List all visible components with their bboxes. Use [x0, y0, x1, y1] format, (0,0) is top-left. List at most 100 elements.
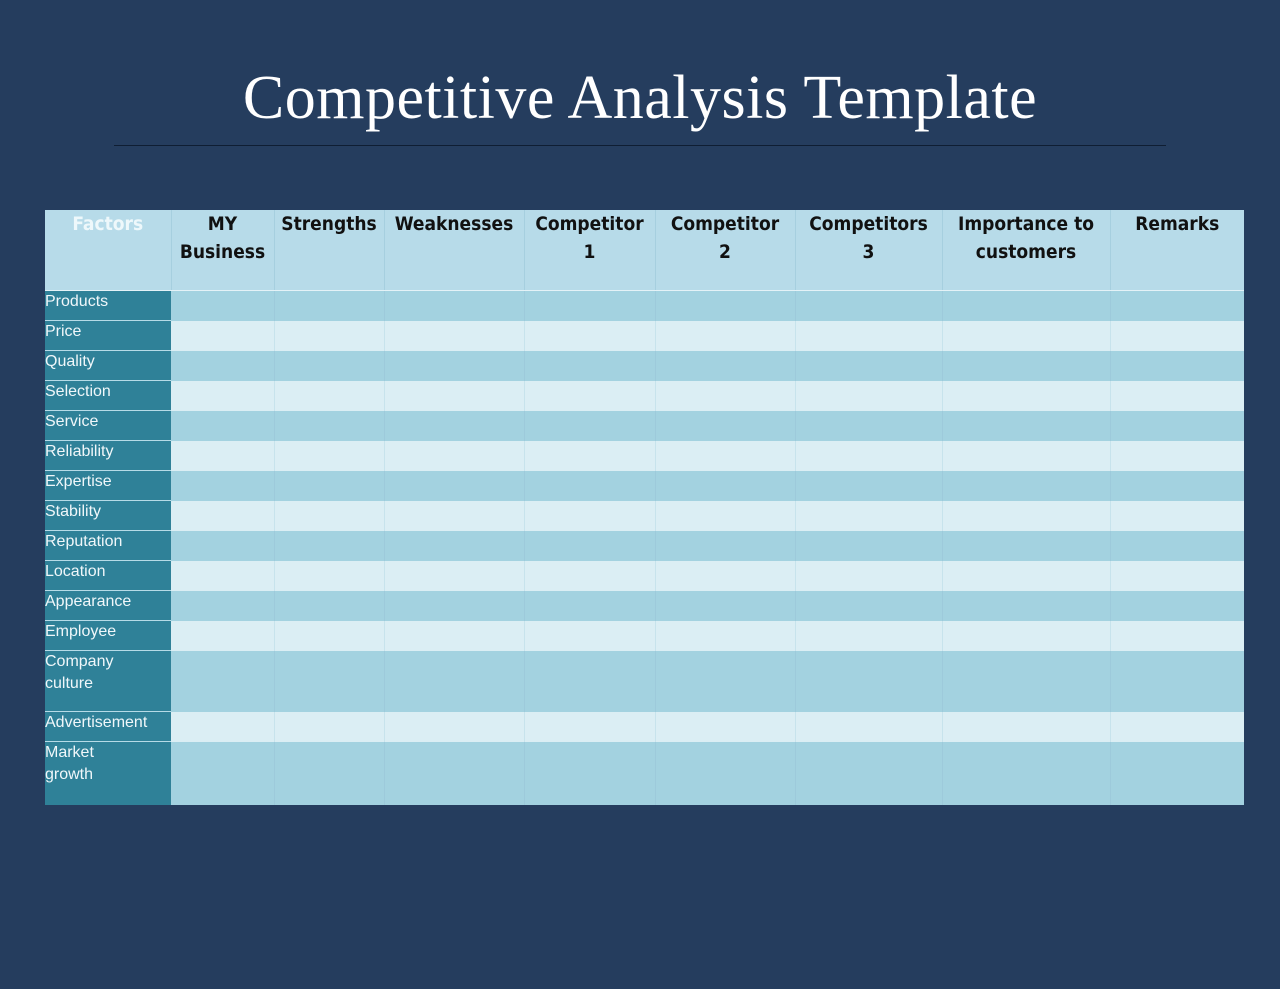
cell-my-business[interactable] [171, 290, 275, 321]
cell-weaknesses[interactable] [384, 380, 525, 411]
cell-competitors-3[interactable] [795, 650, 943, 712]
cell-strengths[interactable] [274, 620, 385, 651]
cell-my-business[interactable] [171, 741, 275, 805]
cell-remarks[interactable] [1110, 410, 1244, 441]
cell-my-business[interactable] [171, 560, 275, 591]
cell-strengths[interactable] [274, 290, 385, 321]
cell-competitor-2[interactable] [655, 410, 796, 441]
cell-weaknesses[interactable] [384, 741, 525, 805]
cell-importance-to-customers[interactable] [942, 620, 1111, 651]
cell-competitor-2[interactable] [655, 440, 796, 471]
cell-importance-to-customers[interactable] [942, 500, 1111, 531]
cell-competitor-1[interactable] [524, 290, 656, 321]
cell-remarks[interactable] [1110, 500, 1244, 531]
cell-competitor-2[interactable] [655, 320, 796, 351]
cell-my-business[interactable] [171, 530, 275, 561]
cell-importance-to-customers[interactable] [942, 590, 1111, 621]
cell-competitors-3[interactable] [795, 711, 943, 742]
cell-competitor-1[interactable] [524, 741, 656, 805]
cell-importance-to-customers[interactable] [942, 650, 1111, 712]
cell-competitors-3[interactable] [795, 741, 943, 805]
cell-strengths[interactable] [274, 711, 385, 742]
cell-competitors-3[interactable] [795, 590, 943, 621]
cell-weaknesses[interactable] [384, 500, 525, 531]
cell-competitor-1[interactable] [524, 320, 656, 351]
cell-my-business[interactable] [171, 350, 275, 381]
cell-strengths[interactable] [274, 350, 385, 381]
cell-strengths[interactable] [274, 650, 385, 712]
cell-competitor-1[interactable] [524, 650, 656, 712]
cell-competitors-3[interactable] [795, 620, 943, 651]
cell-importance-to-customers[interactable] [942, 350, 1111, 381]
cell-competitor-1[interactable] [524, 590, 656, 621]
cell-importance-to-customers[interactable] [942, 320, 1111, 351]
cell-importance-to-customers[interactable] [942, 741, 1111, 805]
cell-competitors-3[interactable] [795, 470, 943, 501]
cell-competitor-1[interactable] [524, 410, 656, 441]
cell-my-business[interactable] [171, 410, 275, 441]
cell-competitors-3[interactable] [795, 440, 943, 471]
cell-importance-to-customers[interactable] [942, 440, 1111, 471]
cell-my-business[interactable] [171, 711, 275, 742]
cell-competitor-2[interactable] [655, 470, 796, 501]
cell-weaknesses[interactable] [384, 530, 525, 561]
cell-strengths[interactable] [274, 470, 385, 501]
cell-my-business[interactable] [171, 500, 275, 531]
cell-competitor-1[interactable] [524, 440, 656, 471]
cell-competitor-1[interactable] [524, 350, 656, 381]
cell-weaknesses[interactable] [384, 650, 525, 712]
cell-weaknesses[interactable] [384, 620, 525, 651]
cell-my-business[interactable] [171, 470, 275, 501]
cell-remarks[interactable] [1110, 590, 1244, 621]
cell-competitor-2[interactable] [655, 590, 796, 621]
cell-my-business[interactable] [171, 320, 275, 351]
cell-remarks[interactable] [1110, 470, 1244, 501]
cell-competitor-1[interactable] [524, 620, 656, 651]
cell-weaknesses[interactable] [384, 711, 525, 742]
cell-remarks[interactable] [1110, 440, 1244, 471]
cell-competitors-3[interactable] [795, 500, 943, 531]
cell-weaknesses[interactable] [384, 320, 525, 351]
cell-strengths[interactable] [274, 500, 385, 531]
cell-importance-to-customers[interactable] [942, 290, 1111, 321]
cell-remarks[interactable] [1110, 320, 1244, 351]
cell-my-business[interactable] [171, 650, 275, 712]
cell-remarks[interactable] [1110, 350, 1244, 381]
cell-remarks[interactable] [1110, 530, 1244, 561]
cell-strengths[interactable] [274, 530, 385, 561]
cell-importance-to-customers[interactable] [942, 470, 1111, 501]
cell-competitors-3[interactable] [795, 560, 943, 591]
cell-my-business[interactable] [171, 380, 275, 411]
cell-weaknesses[interactable] [384, 470, 525, 501]
cell-weaknesses[interactable] [384, 440, 525, 471]
cell-competitor-2[interactable] [655, 650, 796, 712]
cell-my-business[interactable] [171, 590, 275, 621]
cell-importance-to-customers[interactable] [942, 410, 1111, 441]
cell-competitor-2[interactable] [655, 530, 796, 561]
cell-remarks[interactable] [1110, 650, 1244, 712]
cell-strengths[interactable] [274, 440, 385, 471]
cell-strengths[interactable] [274, 410, 385, 441]
cell-competitors-3[interactable] [795, 380, 943, 411]
cell-competitor-2[interactable] [655, 741, 796, 805]
cell-competitor-1[interactable] [524, 711, 656, 742]
cell-weaknesses[interactable] [384, 560, 525, 591]
cell-competitor-1[interactable] [524, 560, 656, 591]
cell-strengths[interactable] [274, 320, 385, 351]
cell-competitor-2[interactable] [655, 380, 796, 411]
cell-weaknesses[interactable] [384, 350, 525, 381]
cell-strengths[interactable] [274, 741, 385, 805]
cell-competitor-2[interactable] [655, 711, 796, 742]
cell-competitors-3[interactable] [795, 530, 943, 561]
cell-competitor-2[interactable] [655, 500, 796, 531]
cell-remarks[interactable] [1110, 560, 1244, 591]
cell-importance-to-customers[interactable] [942, 560, 1111, 591]
cell-weaknesses[interactable] [384, 590, 525, 621]
cell-competitors-3[interactable] [795, 290, 943, 321]
cell-weaknesses[interactable] [384, 290, 525, 321]
cell-strengths[interactable] [274, 560, 385, 591]
cell-competitor-2[interactable] [655, 620, 796, 651]
cell-my-business[interactable] [171, 440, 275, 471]
cell-competitor-2[interactable] [655, 290, 796, 321]
cell-remarks[interactable] [1110, 741, 1244, 805]
